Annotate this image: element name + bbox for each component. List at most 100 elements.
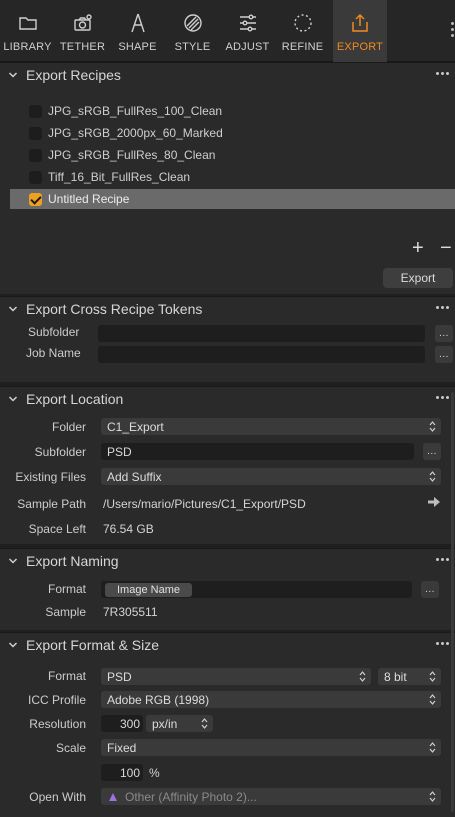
chevron-down-icon[interactable] bbox=[8, 556, 18, 566]
updown-chevron-icon bbox=[359, 671, 366, 682]
open-with-label: Open With bbox=[29, 790, 86, 804]
tab-library[interactable]: LIBRARY bbox=[0, 0, 55, 62]
more-icon[interactable] bbox=[436, 642, 449, 645]
percent-sign: % bbox=[149, 766, 160, 780]
image-name-token[interactable]: Image Name bbox=[105, 582, 192, 597]
remove-recipe-button[interactable]: − bbox=[440, 237, 452, 260]
subfolder-label: Subfolder bbox=[28, 325, 80, 339]
token-subfolder-more-button[interactable]: ... bbox=[435, 325, 453, 342]
updown-chevron-icon bbox=[429, 694, 436, 705]
recipe-item-selected[interactable]: Untitled Recipe bbox=[10, 189, 455, 209]
recipe-label: JPG_sRGB_FullRes_80_Clean bbox=[48, 148, 216, 162]
section-header[interactable]: Export Location bbox=[0, 387, 455, 411]
section-title: Export Location bbox=[26, 391, 124, 407]
naming-format-field[interactable]: Image Name bbox=[101, 581, 412, 598]
export-recipes-section: Export Recipes JPG_sRGB_FullRes_100_Clea… bbox=[0, 62, 455, 294]
chevron-down-icon[interactable] bbox=[8, 394, 18, 404]
section-title: Export Naming bbox=[26, 553, 119, 569]
scale-percent-field[interactable]: 100 bbox=[101, 764, 143, 781]
section-header[interactable]: Export Naming bbox=[0, 549, 455, 573]
compass-icon bbox=[130, 13, 145, 33]
recipe-item[interactable]: JPG_sRGB_FullRes_80_Clean bbox=[10, 145, 455, 165]
tab-style[interactable]: STYLE bbox=[165, 0, 220, 62]
jobname-label: Job Name bbox=[26, 346, 81, 360]
updown-chevron-icon bbox=[429, 471, 436, 482]
recipe-item[interactable]: JPG_sRGB_2000px_60_Marked bbox=[10, 123, 455, 143]
recipe-checkbox[interactable] bbox=[29, 126, 42, 140]
updown-chevron-icon bbox=[429, 791, 436, 802]
section-title: Export Cross Recipe Tokens bbox=[26, 301, 203, 317]
folder-label: Folder bbox=[51, 420, 86, 434]
refine-icon bbox=[293, 14, 312, 32]
recipe-item[interactable]: JPG_sRGB_FullRes_100_Clean bbox=[10, 101, 455, 121]
recipe-item[interactable]: Tiff_16_Bit_FullRes_Clean bbox=[10, 167, 455, 187]
more-icon[interactable] bbox=[436, 558, 449, 561]
recipe-checkbox[interactable] bbox=[29, 104, 42, 118]
more-icon[interactable] bbox=[436, 72, 449, 75]
affinity-photo-icon bbox=[109, 792, 117, 801]
resolution-value: 300 bbox=[119, 716, 140, 731]
more-icon[interactable] bbox=[436, 396, 449, 399]
section-header[interactable]: Export Format & Size bbox=[0, 633, 455, 657]
recipe-checkbox[interactable] bbox=[29, 148, 42, 162]
section-title: Export Recipes bbox=[26, 67, 121, 83]
export-format-size-section: Export Format & Size Format PSD 8 bit IC… bbox=[0, 632, 455, 817]
tab-label: TETHER bbox=[59, 41, 106, 53]
recipe-checkbox-checked[interactable] bbox=[29, 192, 42, 206]
more-icon[interactable] bbox=[436, 306, 449, 309]
naming-sample-label: Sample bbox=[45, 605, 86, 619]
subfolder-label: Subfolder bbox=[34, 445, 86, 459]
chevron-down-icon[interactable] bbox=[8, 70, 18, 80]
panel-scrollbar[interactable] bbox=[451, 392, 454, 812]
resolution-label: Resolution bbox=[29, 717, 86, 731]
existing-files-select[interactable]: Add Suffix bbox=[101, 468, 441, 485]
file-format-select[interactable]: PSD bbox=[101, 668, 371, 685]
more-vertical-icon[interactable] bbox=[449, 22, 455, 37]
export-button[interactable]: Export bbox=[383, 268, 453, 288]
icc-profile-select[interactable]: Adobe RGB (1998) bbox=[101, 691, 441, 708]
export-naming-section: Export Naming Format Image Name ... Samp… bbox=[0, 548, 455, 630]
resolution-unit-select[interactable]: px/in bbox=[146, 715, 213, 732]
add-recipe-button[interactable]: + bbox=[412, 237, 424, 260]
tab-adjust[interactable]: ADJUST bbox=[220, 0, 275, 62]
resolution-field[interactable]: 300 bbox=[101, 715, 143, 732]
job-name-more-button[interactable]: ... bbox=[435, 346, 453, 363]
section-header[interactable]: Export Recipes bbox=[0, 63, 455, 87]
show-in-finder-arrow-icon[interactable] bbox=[428, 497, 440, 507]
space-left-label: Space Left bbox=[28, 522, 86, 536]
space-left-value: 76.54 GB bbox=[103, 522, 154, 536]
cross-recipe-tokens-section: Export Cross Recipe Tokens Subfolder ...… bbox=[0, 296, 455, 382]
updown-chevron-icon bbox=[429, 671, 436, 682]
naming-format-label: Format bbox=[47, 582, 86, 596]
folder-select[interactable]: C1_Export bbox=[101, 418, 441, 435]
file-format-value: PSD bbox=[107, 669, 132, 684]
chevron-down-icon[interactable] bbox=[8, 304, 18, 314]
updown-chevron-icon bbox=[429, 742, 436, 753]
tab-export[interactable]: EXPORT bbox=[333, 0, 387, 62]
scale-percent-value: 100 bbox=[119, 765, 140, 780]
tab-shape[interactable]: SHAPE bbox=[110, 0, 165, 62]
section-header[interactable]: Export Cross Recipe Tokens bbox=[0, 297, 455, 321]
folder-value: C1_Export bbox=[107, 419, 164, 434]
tool-tabs: LIBRARY TETHER SHAPE STYLE ADJUST REFINE… bbox=[0, 0, 455, 62]
tab-label: REFINE bbox=[281, 41, 324, 53]
tab-label: EXPORT bbox=[336, 41, 384, 53]
tab-tether[interactable]: TETHER bbox=[55, 0, 110, 62]
open-with-value: Other (Affinity Photo 2)... bbox=[125, 789, 257, 804]
subfolder-field[interactable]: PSD bbox=[101, 443, 414, 460]
subfolder-more-button[interactable]: ... bbox=[423, 443, 441, 460]
folder-icon bbox=[18, 17, 37, 30]
resolution-unit-value: px/in bbox=[152, 716, 178, 731]
chevron-down-icon[interactable] bbox=[8, 640, 18, 650]
tab-refine[interactable]: REFINE bbox=[275, 0, 330, 62]
scale-select[interactable]: Fixed bbox=[101, 739, 441, 756]
sample-path-value: /Users/mario/Pictures/C1_Export/PSD bbox=[103, 497, 306, 511]
job-name-field[interactable] bbox=[98, 346, 425, 363]
naming-format-more-button[interactable]: ... bbox=[421, 581, 439, 598]
token-subfolder-field[interactable] bbox=[98, 325, 425, 342]
scale-value: Fixed bbox=[107, 740, 137, 755]
existing-files-label: Existing Files bbox=[15, 470, 86, 484]
open-with-select[interactable]: Other (Affinity Photo 2)... bbox=[101, 788, 441, 805]
bit-depth-select[interactable]: 8 bit bbox=[378, 668, 441, 685]
recipe-checkbox[interactable] bbox=[29, 170, 42, 184]
